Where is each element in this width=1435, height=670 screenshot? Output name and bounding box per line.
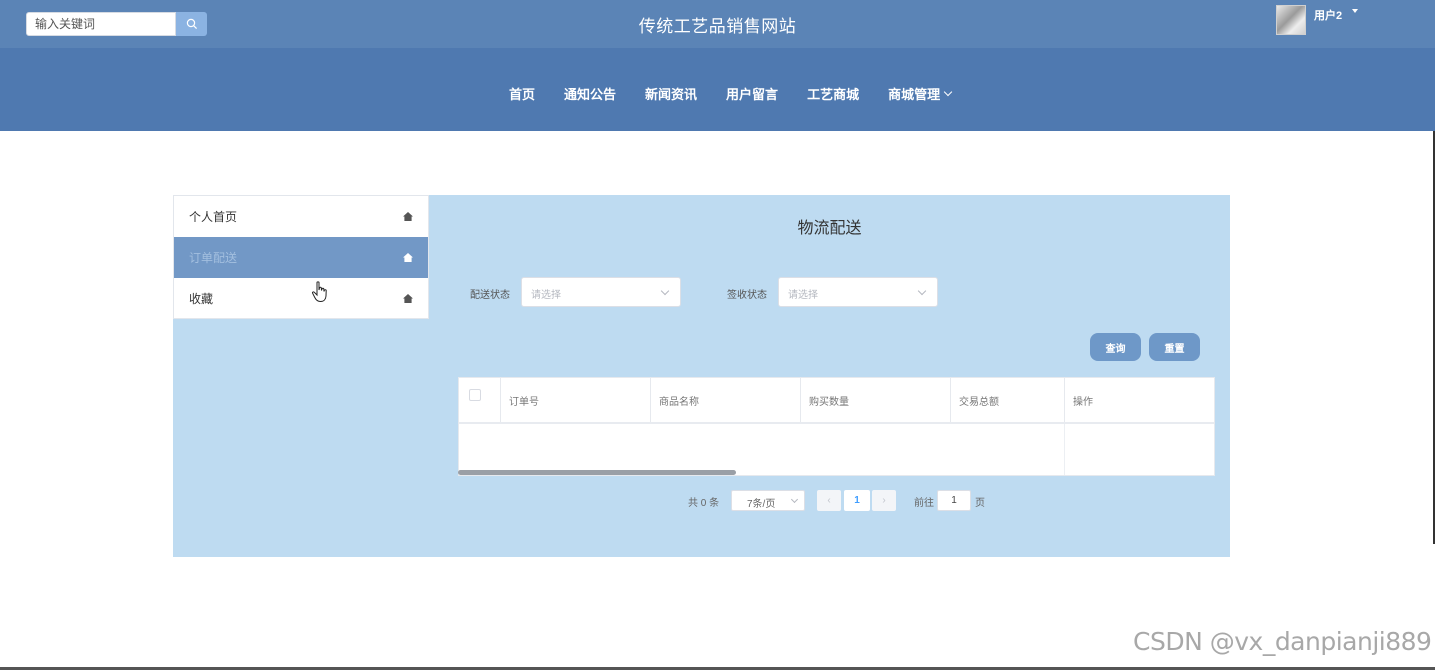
select-all-checkbox[interactable] [469,389,481,401]
nav-item-label: 工艺商城 [807,88,860,103]
column-header: 订单号 [501,378,651,422]
nav-item-news[interactable]: 新闻资讯 [645,84,697,103]
chevron-down-icon [917,286,927,296]
table-header: 订单号 商品名称 购买数量 交易总额 操作 [459,378,1214,424]
nav-items: 首页 通知公告 新闻资讯 用户留言 工艺商城 商城管理 [509,84,980,103]
select-placeholder: 请选择 [531,290,561,301]
nav-item-notices[interactable]: 通知公告 [564,84,616,103]
watermark: CSDN @vx_danpianji889 [1133,627,1432,656]
nav-item-label: 新闻资讯 [645,88,698,103]
page-title: 物流配送 [797,220,862,237]
side-menu: 个人首页 订单配送 收藏 [173,195,429,319]
page-size-select[interactable]: 7条/页 [731,490,805,511]
header-select-all [459,378,501,422]
user-menu[interactable]: 用户2 [1276,5,1359,37]
chevron-left-icon: ‹ [827,495,831,506]
delivery-status-label: 配送状态 [470,290,510,301]
sidebar-item-label: 收藏 [189,292,214,306]
nav-item-label: 通知公告 [564,88,617,103]
avatar [1276,5,1306,35]
caret-down-icon [1352,9,1359,13]
home-icon [403,294,413,303]
page-number[interactable]: 1 [844,490,870,511]
sign-status-label: 签收状态 [727,290,767,301]
sidebar-item-label: 订单配送 [189,251,238,265]
nav-item-home[interactable]: 首页 [509,84,535,103]
column-header: 购买数量 [801,378,951,422]
sign-status-select[interactable]: 请选择 [778,277,938,307]
chevron-right-icon: › [882,495,886,506]
site-title: 传统工艺品销售网站 [638,17,797,36]
goto-prefix: 前往 [914,498,934,509]
user-name: 用户2 [1314,10,1343,22]
nav-item-mall-admin[interactable]: 商城管理 [888,84,953,103]
home-icon [403,212,413,221]
nav-item-mall[interactable]: 工艺商城 [807,84,859,103]
nav-item-label: 首页 [509,88,536,103]
hand-cursor-icon [311,281,327,303]
sidebar-item-label: 个人首页 [189,210,238,224]
query-button[interactable]: 查询 [1090,333,1141,361]
select-placeholder: 请选择 [788,290,818,301]
sidebar-item-favorites[interactable]: 收藏 [174,278,428,319]
column-header: 操作 [1073,396,1093,408]
sidebar-item-profile[interactable]: 个人首页 [174,196,428,237]
chevron-down-icon [660,286,670,296]
column-header: 商品名称 [651,378,801,422]
nav-item-messages[interactable]: 用户留言 [726,84,778,103]
delivery-status-select[interactable]: 请选择 [521,277,681,307]
column-divider [1064,424,1065,475]
horizontal-scrollbar[interactable] [458,470,736,475]
sidebar-item-order-delivery[interactable]: 订单配送 [174,237,428,278]
home-icon [403,253,413,262]
nav-item-label: 用户留言 [726,88,779,103]
reset-button[interactable]: 重置 [1149,333,1200,361]
top-bar: 传统工艺品销售网站 用户2 [0,0,1435,48]
goto-suffix: 页 [975,498,985,509]
nav-item-label: 商城管理 [888,88,941,103]
prev-page-button[interactable]: ‹ [817,490,841,511]
page-size-value: 7条/页 [747,499,776,510]
goto-page-input[interactable] [937,490,971,511]
chevron-down-icon [790,495,799,504]
next-page-button[interactable]: › [872,490,896,511]
chevron-down-icon [943,87,953,96]
main-nav: 首页 通知公告 新闻资讯 用户留言 工艺商城 商城管理 [0,48,1435,131]
column-header: 交易总额 [951,378,1065,422]
total-count: 共 0 条 [688,498,720,509]
orders-table: 订单号 商品名称 购买数量 交易总额 操作 [458,377,1215,476]
